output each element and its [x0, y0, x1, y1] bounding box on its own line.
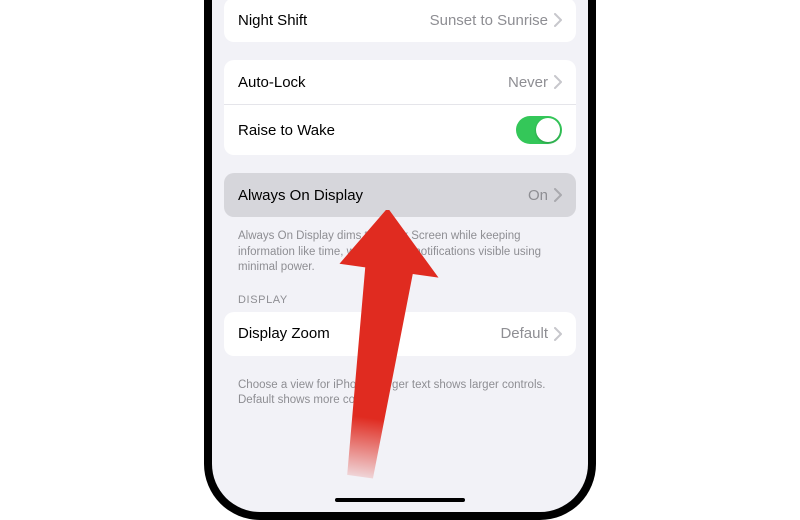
chevron-right-icon — [554, 13, 562, 27]
raise-to-wake-toggle[interactable] — [516, 116, 562, 144]
always-on-value: On — [528, 187, 548, 204]
always-on-display-row[interactable]: Always On Display On — [224, 173, 576, 217]
auto-lock-value: Never — [508, 74, 548, 91]
chevron-right-icon — [554, 188, 562, 202]
auto-lock-label: Auto-Lock — [238, 74, 306, 91]
display-zoom-section: Display Zoom Default — [224, 312, 576, 356]
night-shift-value: Sunset to Sunrise — [430, 12, 548, 29]
display-zoom-label: Display Zoom — [238, 325, 330, 342]
auto-lock-row[interactable]: Auto-Lock Never — [224, 60, 576, 104]
toggle-knob — [536, 118, 560, 142]
phone-frame: Night Shift Sunset to Sunrise Auto-Lock … — [204, 0, 596, 520]
night-shift-label: Night Shift — [238, 12, 307, 29]
raise-to-wake-row[interactable]: Raise to Wake — [224, 104, 576, 155]
always-on-footer: Always On Display dims the Lock Screen w… — [224, 225, 576, 294]
lock-section: Auto-Lock Never Raise to Wake — [224, 60, 576, 155]
chevron-right-icon — [554, 75, 562, 89]
always-on-label: Always On Display — [238, 187, 363, 204]
night-shift-row[interactable]: Night Shift Sunset to Sunrise — [224, 0, 576, 42]
display-zoom-footer: Choose a view for iPhone. Larger text sh… — [224, 374, 576, 427]
home-indicator[interactable] — [335, 498, 465, 502]
chevron-right-icon — [554, 327, 562, 341]
display-zoom-row[interactable]: Display Zoom Default — [224, 312, 576, 356]
settings-screen: Night Shift Sunset to Sunrise Auto-Lock … — [212, 0, 588, 512]
night-shift-section: Night Shift Sunset to Sunrise — [224, 0, 576, 42]
display-zoom-value: Default — [500, 325, 548, 342]
display-header: DISPLAY — [224, 294, 576, 312]
raise-to-wake-label: Raise to Wake — [238, 122, 335, 139]
